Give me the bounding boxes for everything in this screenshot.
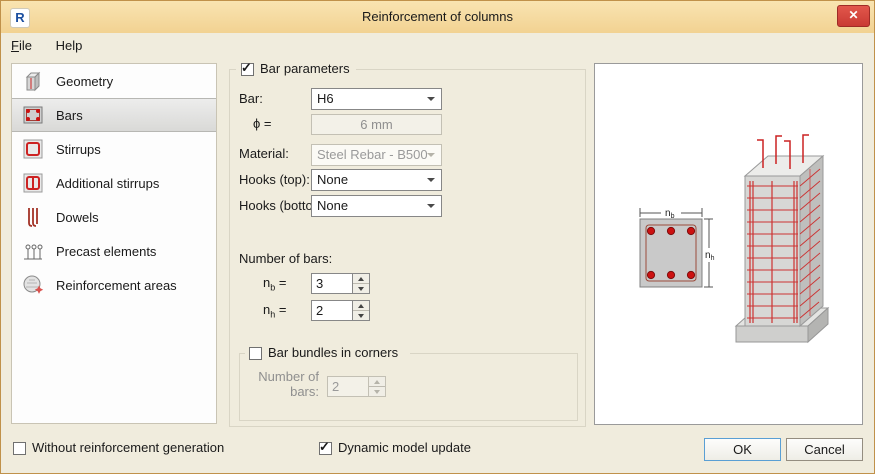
precast-elements-icon <box>20 238 46 264</box>
dowels-icon <box>20 204 46 230</box>
stirrups-icon <box>20 136 46 162</box>
number-of-bars-label: Number of bars: <box>239 251 333 266</box>
sidebar-item-label: Additional stirrups <box>56 175 160 191</box>
sidebar-item-label: Dowels <box>56 209 99 225</box>
chevron-down-icon <box>427 153 435 157</box>
close-button[interactable]: ✕ <box>837 5 870 27</box>
bar-parameters-group-label: Bar parameters <box>260 61 350 76</box>
nb-label-eq: = <box>278 275 287 290</box>
reinforcement-areas-icon <box>20 272 46 298</box>
menu-file[interactable]: File <box>1 33 42 58</box>
additional-stirrups-icon <box>20 170 46 196</box>
bundles-spinner-buttons <box>369 376 386 397</box>
without-reinforcement-checkbox[interactable] <box>13 442 26 455</box>
sidebar-item-label: Stirrups <box>56 141 101 157</box>
chevron-down-icon <box>427 204 435 208</box>
sidebar: Geometry Bars Stirrups Additional stirru… <box>11 63 217 424</box>
material-label: Material: <box>239 146 289 161</box>
sidebar-item-label: Geometry <box>56 73 114 89</box>
nh-label: nh = <box>263 300 286 320</box>
ok-button[interactable]: OK <box>704 438 781 461</box>
chevron-down-icon <box>427 97 435 101</box>
nh-label-sub: h <box>270 309 276 320</box>
sidebar-item-label: Bars <box>56 107 83 123</box>
bar-label: Bar: <box>239 91 263 106</box>
bundles-number-of-bars-label: Number of bars: <box>258 369 319 399</box>
column-preview-panel: nb nh <box>594 63 863 425</box>
nb-spinner-value[interactable]: 3 <box>311 273 353 294</box>
bar-parameters-checkbox[interactable] <box>241 60 254 76</box>
column-preview-drawing: nb nh <box>639 134 830 344</box>
bar-bundles-checkbox[interactable] <box>249 347 262 360</box>
geometry-icon <box>20 68 46 94</box>
bar-combobox-value: H6 <box>317 91 334 106</box>
hooks-top-combobox-value: None <box>317 172 349 187</box>
nb-spinner[interactable]: 3 <box>311 273 370 294</box>
bar-bundles-group-label: Bar bundles in corners <box>268 345 399 360</box>
bundles-spinner-up-icon <box>369 377 385 387</box>
dimension-nh-label: nh <box>705 250 715 262</box>
sidebar-item-label: Precast elements <box>56 243 157 259</box>
dialog-reinforcement-of-columns: R Reinforcement of columns ✕ File Help G… <box>0 0 875 474</box>
bars-icon <box>20 102 46 128</box>
diameter-field: 6 mm <box>311 114 442 135</box>
titlebar[interactable]: R Reinforcement of columns ✕ <box>1 1 874 33</box>
dynamic-model-update-checkbox[interactable] <box>319 439 332 455</box>
nb-spinner-buttons <box>353 273 370 294</box>
nh-label-eq: = <box>278 302 287 317</box>
sidebar-item-precast-elements[interactable]: Precast elements <box>12 234 216 268</box>
nh-spinner-buttons <box>353 300 370 321</box>
menu-help[interactable]: Help <box>46 33 93 58</box>
sidebar-item-label: Reinforcement areas <box>56 277 177 293</box>
nb-label: nb = <box>263 273 286 293</box>
phi-label: ϕ = <box>253 116 272 131</box>
sidebar-item-stirrups[interactable]: Stirrups <box>12 132 216 166</box>
nb-spinner-up-icon[interactable] <box>353 274 369 284</box>
hooks-bottom-combobox-value: None <box>317 198 349 213</box>
nb-spinner-down-icon[interactable] <box>353 284 369 293</box>
sidebar-item-additional-stirrups[interactable]: Additional stirrups <box>12 166 216 200</box>
without-reinforcement-label: Without reinforcement generation <box>32 440 225 455</box>
bundles-spinner: 2 <box>327 376 386 397</box>
window-title: Reinforcement of columns <box>361 9 513 24</box>
nh-spinner-value[interactable]: 2 <box>311 300 353 321</box>
nh-spinner-up-icon[interactable] <box>353 301 369 311</box>
sidebar-item-bars[interactable]: Bars <box>12 98 216 132</box>
dynamic-model-update-label: Dynamic model update <box>338 440 471 455</box>
menubar: File Help <box>1 33 874 59</box>
nh-spinner[interactable]: 2 <box>311 300 370 321</box>
hooks-bottom-combobox[interactable]: None <box>311 195 442 217</box>
cross-section <box>639 218 703 288</box>
cancel-button[interactable]: Cancel <box>786 438 863 461</box>
material-combobox-value: Steel Rebar - B500 <box>317 147 428 162</box>
chevron-down-icon <box>427 178 435 182</box>
bundles-spinner-value: 2 <box>327 376 369 397</box>
sidebar-item-reinforcement-areas[interactable]: Reinforcement areas <box>12 268 216 302</box>
nh-spinner-down-icon[interactable] <box>353 311 369 320</box>
sidebar-item-dowels[interactable]: Dowels <box>12 200 216 234</box>
hooks-top-label: Hooks (top): <box>239 172 310 187</box>
dimension-nb-label: nb <box>665 208 675 220</box>
sidebar-item-geometry[interactable]: Geometry <box>12 64 216 98</box>
hooks-top-combobox[interactable]: None <box>311 169 442 191</box>
material-combobox[interactable]: Steel Rebar - B500 <box>311 144 442 166</box>
nb-label-sub: b <box>270 282 276 293</box>
bar-combobox[interactable]: H6 <box>311 88 442 110</box>
bundles-spinner-down-icon <box>369 387 385 396</box>
